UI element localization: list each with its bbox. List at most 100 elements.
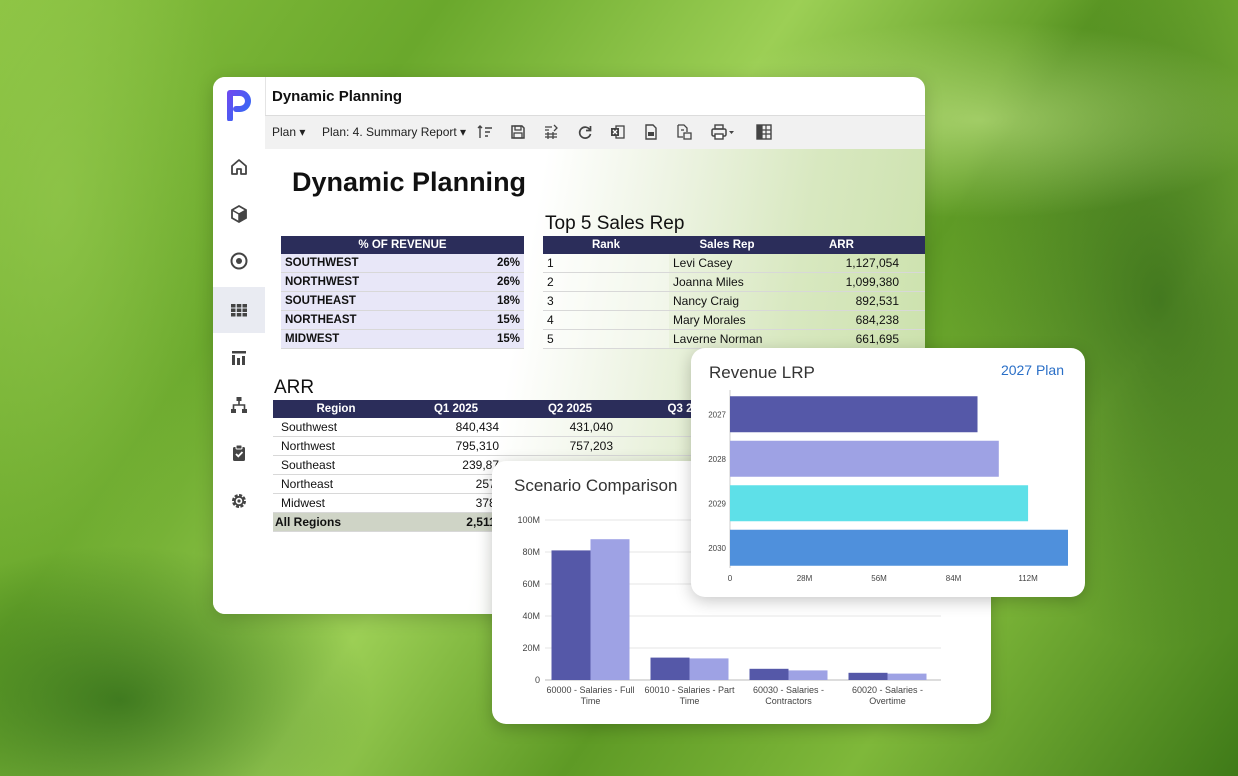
revenue-pct: 15% (457, 310, 524, 330)
col-rank: Rank (543, 236, 669, 254)
col-q2: Q2 2025 (513, 400, 627, 418)
q1-value: 840,434 (399, 418, 513, 437)
data-entry-icon[interactable] (542, 123, 560, 141)
rank: 3 (543, 291, 669, 311)
bar-chart-icon (232, 351, 246, 365)
table-row: 1 Levi Casey 1,127,054 (543, 254, 925, 273)
bar (730, 440, 999, 477)
q2-value: 757,203 (513, 436, 627, 456)
region-name: Midwest (273, 493, 399, 513)
target-icon (230, 252, 248, 270)
region-name: NORTHEAST (281, 310, 458, 330)
y-tick-label: 60M (522, 579, 540, 589)
region-name: MIDWEST (281, 329, 458, 349)
col-sales-rep: Sales Rep (669, 236, 785, 254)
nav-target[interactable] (213, 238, 265, 284)
revenue-pct: 15% (457, 329, 524, 349)
hierarchy-icon (231, 397, 247, 413)
table-row: Southwest 840,434 431,040 (273, 418, 733, 437)
x-tick-label: 60010 - Salaries - Part (644, 685, 735, 695)
top5-table: Rank Sales Rep ARR 1 Levi Casey 1,127,054 2… (543, 236, 925, 349)
nav-tasks[interactable] (213, 430, 265, 476)
col-q1: Q1 2025 (399, 400, 513, 418)
x-tick-label: 60000 - Salaries - Full (546, 685, 634, 695)
layout-grid-icon[interactable] (755, 123, 773, 141)
bar (730, 485, 1029, 522)
print-icon[interactable] (710, 123, 736, 141)
bar (590, 539, 630, 680)
table-row: 4 Mary Morales 684,238 (543, 310, 925, 330)
save-icon[interactable] (509, 123, 527, 141)
region-name: Southeast (273, 455, 399, 475)
y-tick-label: 2030 (708, 544, 726, 553)
x-tick-label: 60020 - Salaries - (852, 685, 923, 695)
app-title: Dynamic Planning (272, 88, 403, 105)
bar (887, 673, 927, 680)
revenue-pct: 26% (457, 254, 524, 273)
x-tick-label: 56M (871, 574, 887, 583)
grid-icon (231, 304, 247, 317)
total-label: All Regions (273, 512, 399, 532)
app-logo-icon (227, 90, 251, 121)
region-name: Southwest (273, 418, 399, 437)
table-row: NORTHWEST 26% (281, 272, 524, 292)
y-tick-label: 40M (522, 611, 540, 621)
table-row: 5 Laverne Norman 661,695 (543, 329, 925, 349)
y-tick-label: 2028 (708, 455, 726, 464)
table-row: Northwest 795,310 757,203 (273, 436, 733, 456)
region-name: Northwest (273, 436, 399, 456)
revenue-pct: 18% (457, 291, 524, 311)
table-row: 3 Nancy Craig 892,531 (543, 291, 925, 311)
col-arr: ARR (785, 236, 925, 254)
home-icon (231, 159, 247, 175)
bar (848, 672, 888, 680)
q2-value: 431,040 (513, 418, 627, 437)
revenue-pct-header: % OF REVENUE (281, 236, 524, 254)
y-tick-label: 2029 (708, 499, 726, 508)
rank: 4 (543, 310, 669, 330)
table-row: SOUTHWEST 26% (281, 254, 524, 273)
toolbar: Plan ▾ Plan: 4. Summary Report ▾ (265, 115, 925, 150)
table-row: MIDWEST 15% (281, 329, 524, 349)
nav-grid[interactable] (213, 287, 265, 333)
arr-title: ARR (274, 377, 315, 398)
y-tick-label: 0 (535, 675, 540, 685)
export-icon[interactable] (675, 123, 693, 141)
arr-value: 892,531 (785, 291, 925, 311)
table-row: 2 Joanna Miles 1,099,380 (543, 272, 925, 292)
nav-models[interactable] (213, 191, 265, 237)
sales-rep: Nancy Craig (669, 291, 785, 311)
y-tick-label: 20M (522, 643, 540, 653)
x-tick-label: Overtime (869, 696, 906, 706)
bar (730, 396, 978, 433)
revenue-pct-table: % OF REVENUE SOUTHWEST 26% NORTHWEST 26% SOU… (281, 236, 524, 349)
clipboard-icon (233, 444, 245, 461)
excel-icon[interactable] (609, 123, 627, 141)
plan-menu[interactable]: Plan ▾ (272, 125, 305, 139)
y-tick-label: 100M (517, 515, 540, 525)
y-tick-label: 2027 (708, 410, 726, 419)
cube-icon (231, 204, 247, 224)
bar (749, 668, 789, 680)
arr-value: 661,695 (785, 329, 925, 349)
rank: 2 (543, 272, 669, 292)
top5-title: Top 5 Sales Rep (545, 213, 685, 234)
region-name: SOUTHWEST (281, 254, 458, 273)
nav-hierarchy[interactable] (213, 382, 265, 428)
x-tick-label: Time (581, 696, 601, 706)
report-menu[interactable]: Plan: 4. Summary Report ▾ (322, 125, 466, 139)
arr-value: 684,238 (785, 310, 925, 330)
sales-rep: Mary Morales (669, 310, 785, 330)
nav-settings[interactable] (213, 478, 265, 524)
x-tick-label: 0 (728, 574, 733, 583)
bar (650, 657, 690, 680)
region-name: Northeast (273, 474, 399, 494)
x-tick-label: Contractors (765, 696, 812, 706)
nav-reports[interactable] (213, 335, 265, 381)
refresh-icon[interactable] (576, 123, 594, 141)
bar (730, 529, 1068, 566)
format-list-icon[interactable] (476, 123, 494, 141)
pdf-icon[interactable] (642, 123, 660, 141)
nav-home[interactable] (213, 144, 265, 190)
bar (689, 658, 729, 680)
